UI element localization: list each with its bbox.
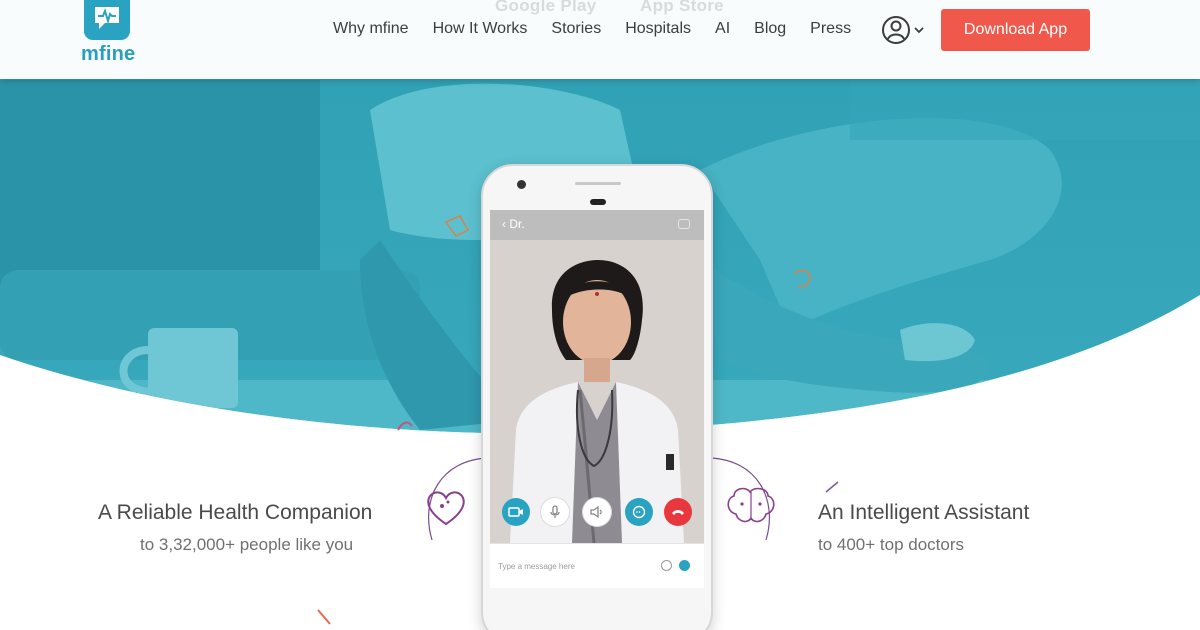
call-controls [490, 498, 704, 528]
chevron-down-icon [914, 27, 924, 34]
end-call-button[interactable] [664, 498, 692, 526]
google-play-badge-ghost: Google Play [495, 0, 597, 15]
brain-icon [727, 487, 775, 523]
nav-blog[interactable]: Blog [754, 20, 786, 40]
companion-title: A Reliable Health Companion [98, 501, 373, 524]
logo-text: mfine [81, 43, 136, 65]
back-button[interactable]: ‹ Dr. [502, 217, 525, 231]
speaker-button[interactable] [583, 498, 611, 526]
end-call-icon [672, 510, 684, 515]
main-nav: Why mfine How It Works Stories Hospitals… [333, 20, 875, 40]
emoji-icon[interactable] [661, 560, 672, 571]
user-avatar-icon [882, 16, 924, 44]
phone-camera [517, 180, 526, 189]
nav-press[interactable]: Press [810, 20, 851, 40]
speaker-icon [590, 505, 602, 519]
phone-mockup: ‹ Dr. [481, 164, 713, 630]
options-icon[interactable] [678, 219, 690, 229]
message-bar [490, 543, 704, 588]
mute-button[interactable] [541, 498, 569, 526]
video-icon [508, 507, 523, 517]
phone-sensor [590, 199, 606, 205]
chat-icon [632, 505, 646, 519]
send-icon[interactable] [679, 560, 690, 571]
video-call-appbar: ‹ Dr. [490, 210, 704, 240]
chat-button[interactable] [625, 498, 653, 526]
assistant-title: An Intelligent Assistant [818, 501, 1030, 524]
heart-icon [427, 491, 465, 526]
phone-screen: ‹ Dr. [490, 210, 704, 588]
nav-stories[interactable]: Stories [551, 20, 601, 40]
assistant-subtitle: to 400+ top doctors [818, 535, 965, 554]
logo-link[interactable] [84, 0, 130, 40]
message-input[interactable] [498, 558, 658, 574]
mic-icon [550, 505, 560, 518]
nav-how-it-works[interactable]: How It Works [433, 20, 528, 40]
companion-subtitle: to 3,32,000+ people like you [140, 535, 354, 554]
download-app-button[interactable]: Download App [941, 9, 1090, 51]
heart-pulse-icon [95, 7, 119, 29]
site-header: Google Play App Store mfine Why mfine Ho… [0, 0, 1200, 79]
nav-why-mfine[interactable]: Why mfine [333, 20, 409, 40]
video-toggle-button[interactable] [502, 498, 530, 526]
phone-speaker [575, 182, 621, 185]
nav-hospitals[interactable]: Hospitals [625, 20, 691, 40]
app-store-badge-ghost: App Store [640, 0, 724, 15]
account-menu[interactable] [880, 13, 928, 47]
nav-ai[interactable]: AI [715, 20, 730, 40]
